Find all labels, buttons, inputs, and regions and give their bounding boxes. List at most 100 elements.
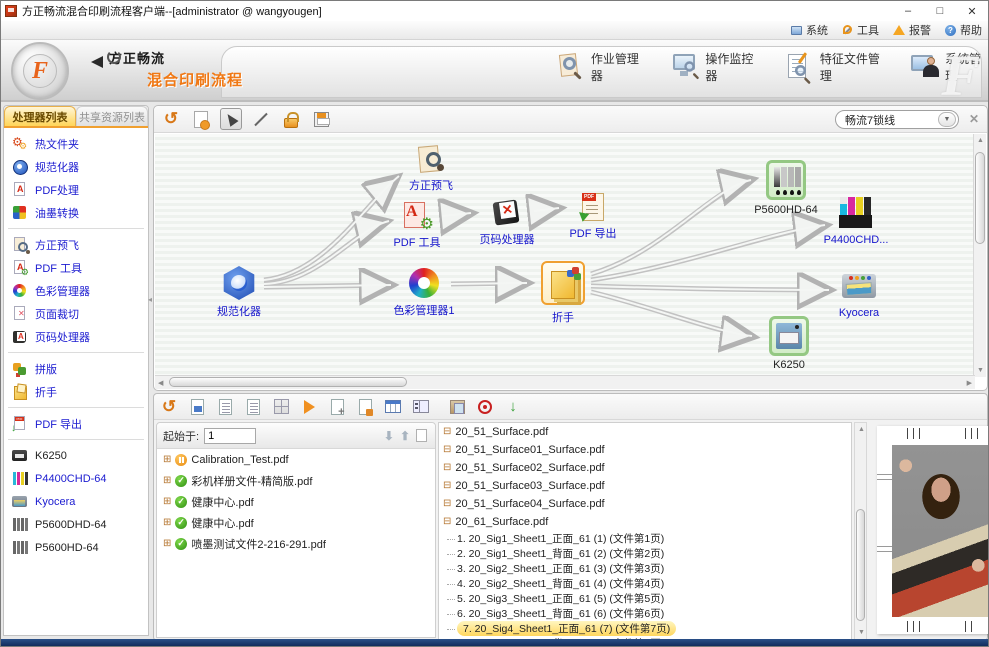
maximize-button[interactable]: □ <box>924 1 956 21</box>
job-manager-button[interactable]: 作业管理器 <box>556 50 645 84</box>
table-view-button[interactable] <box>384 398 402 416</box>
scrollbar-thumb[interactable] <box>975 152 985 244</box>
page-row-selected[interactable]: 7. 20_Sig4_Sheet1_正面_61 (7) (文件第7页) <box>439 621 851 636</box>
scroll-down-icon[interactable]: ▼ <box>858 629 865 636</box>
node-p5600hd[interactable]: P5600HD-64 <box>766 160 806 200</box>
close-button[interactable]: ✕ <box>956 1 988 21</box>
save-button[interactable] <box>310 108 332 130</box>
tree-collapse-icon[interactable] <box>443 463 451 473</box>
job-row[interactable]: 健康中心.pdf <box>157 512 435 533</box>
surface-list-scrollbar[interactable]: ▲ ▼ <box>854 422 867 640</box>
download-button[interactable]: ↓ <box>504 398 522 416</box>
surface-row[interactable]: 20_51_Surface04_Surface.pdf <box>439 495 851 513</box>
page-icon[interactable] <box>416 429 427 442</box>
sidebar-item-normalizer[interactable]: 规范化器 <box>4 155 148 178</box>
node-color-manager[interactable]: 色彩管理器1 <box>409 268 439 298</box>
move-down-icon[interactable]: ⬇ <box>384 429 394 443</box>
scrollbar-thumb[interactable] <box>856 509 865 621</box>
page-row[interactable]: 2. 20_Sig1_Sheet1_背面_61 (2) (文件第2页) <box>439 546 851 561</box>
profile-file-manager-button[interactable]: 特征文件管理 <box>785 50 884 84</box>
minimize-button[interactable]: – <box>892 1 924 21</box>
tree-expand-icon[interactable] <box>163 539 171 549</box>
sidebar-item-pdf-process[interactable]: PDF处理 <box>4 178 148 201</box>
lock-button[interactable] <box>280 108 302 130</box>
grid-view-button[interactable] <box>272 398 290 416</box>
page-row[interactable]: 5. 20_Sig3_Sheet1_正面_61 (5) (文件第5页) <box>439 591 851 606</box>
tree-expand-icon[interactable] <box>163 497 171 507</box>
menu-tools[interactable]: 工具 <box>842 22 879 38</box>
tree-collapse-icon[interactable] <box>443 445 451 455</box>
node-pdf-tool[interactable]: A PDF 工具 <box>402 201 432 231</box>
node-p4400chd[interactable]: P4400CHD... <box>839 197 873 229</box>
menu-alarm[interactable]: 报警 <box>893 22 931 38</box>
operation-monitor-button[interactable]: 操作监控器 <box>671 50 760 84</box>
menu-help[interactable]: ?帮助 <box>945 22 982 38</box>
page-row[interactable]: 4. 20_Sig2_Sheet1_背面_61 (4) (文件第4页) <box>439 576 851 591</box>
page-row[interactable]: 1. 20_Sig1_Sheet1_正面_61 (1) (文件第1页) <box>439 531 851 546</box>
tab-processor-list[interactable]: 处理器列表 <box>4 106 76 126</box>
scroll-up-icon[interactable]: ▲ <box>977 137 984 144</box>
node-normalizer[interactable]: 规范化器 <box>222 266 256 300</box>
tree-collapse-icon[interactable] <box>443 499 451 509</box>
page-row[interactable]: 6. 20_Sig3_Sheet1_背面_61 (6) (文件第6页) <box>439 606 851 621</box>
node-page-number[interactable]: 页码处理器 <box>492 198 522 228</box>
panel-layout-button[interactable] <box>412 398 430 416</box>
tab-shared-resource-list[interactable]: 共享资源列表 <box>76 106 148 126</box>
job-row[interactable]: 喷墨测试文件2-216-291.pdf <box>157 533 435 554</box>
sidebar-item-pdf-tool[interactable]: PDF 工具 <box>4 256 148 279</box>
start-at-input[interactable] <box>204 428 256 444</box>
sidebar-item-pdf-export[interactable]: PDF 导出 <box>4 412 148 435</box>
tree-collapse-icon[interactable] <box>443 427 451 437</box>
node-folding-selected[interactable]: 折手 <box>541 261 585 305</box>
surface-row[interactable]: 20_51_Surface03_Surface.pdf <box>439 477 851 495</box>
sidebar-item-k6250[interactable]: K6250 <box>4 444 148 467</box>
stamp-page-button[interactable] <box>356 398 374 416</box>
tree-expand-icon[interactable] <box>163 455 171 465</box>
doc-text-button[interactable] <box>216 398 234 416</box>
node-pdf-export[interactable]: PDF PDF 导出 <box>579 192 607 222</box>
tree-collapse-icon[interactable] <box>443 481 451 491</box>
workflow-canvas[interactable]: 方正预飞 A PDF 工具 页码处理器 PDF PDF 导出 规范化器 色彩管理… <box>155 134 975 377</box>
job-row[interactable]: 健康中心.pdf <box>157 491 435 512</box>
imposition-preview[interactable] <box>877 426 989 634</box>
scroll-right-icon[interactable]: ▶ <box>967 379 972 387</box>
scroll-up-icon[interactable]: ▲ <box>858 426 865 433</box>
package-button[interactable] <box>448 398 466 416</box>
node-preflight[interactable]: 方正预飞 <box>418 145 444 173</box>
node-k6250[interactable]: K6250 <box>769 316 809 356</box>
scrollbar-thumb[interactable] <box>169 377 407 387</box>
record-button[interactable] <box>476 398 494 416</box>
line-tool-button[interactable] <box>250 108 272 130</box>
surface-row[interactable]: 20_51_Surface02_Surface.pdf <box>439 459 851 477</box>
sidebar-item-kyocera[interactable]: Kyocera <box>4 490 148 513</box>
add-page-button[interactable] <box>328 398 346 416</box>
node-kyocera[interactable]: Kyocera <box>841 271 877 303</box>
tree-expand-icon[interactable] <box>163 518 171 528</box>
job-row-calibration[interactable]: Calibration_Test.pdf <box>157 449 435 470</box>
scroll-left-icon[interactable]: ◀ <box>158 379 163 387</box>
sidebar-item-p4400chd[interactable]: P4400CHD-64 <box>4 467 148 490</box>
surface-row[interactable]: 20_61_Surface.pdf <box>439 513 851 531</box>
flow-selector-combobox[interactable]: 畅流7锁线 ▼ <box>835 110 959 129</box>
job-row[interactable]: 彩机样册文件-精简版.pdf <box>157 470 435 491</box>
move-up-icon[interactable]: ⬆ <box>400 429 410 443</box>
surface-row[interactable]: 20_51_Surface01_Surface.pdf <box>439 441 851 459</box>
canvas-horizontal-scrollbar[interactable]: ◀ ▶ <box>155 375 975 389</box>
sidebar-item-preflight[interactable]: 方正预飞 <box>4 233 148 256</box>
sidebar-item-imposition[interactable]: 拼版 <box>4 357 148 380</box>
menu-system[interactable]: 系统 <box>791 22 828 38</box>
doc-blue-button[interactable] <box>188 398 206 416</box>
chevron-down-icon[interactable]: ▼ <box>938 112 956 127</box>
canvas-vertical-scrollbar[interactable]: ▲ ▼ <box>973 134 986 377</box>
surface-row[interactable]: 20_51_Surface.pdf <box>439 423 851 441</box>
sidebar-item-page-crop[interactable]: 页面裁切 <box>4 302 148 325</box>
sidebar-item-folding[interactable]: 折手 <box>4 380 148 403</box>
scroll-down-icon[interactable]: ▼ <box>977 367 984 374</box>
tree-expand-icon[interactable] <box>163 476 171 486</box>
pointer-tool-button[interactable] <box>220 108 242 130</box>
refresh-button[interactable]: ↺ <box>160 398 178 416</box>
sidebar-item-p5600dhd[interactable]: P5600DHD-64 <box>4 513 148 536</box>
sidebar-item-hotfolder[interactable]: 热文件夹 <box>4 132 148 155</box>
run-button[interactable] <box>300 398 318 416</box>
undo-button[interactable]: ↺ <box>160 108 182 130</box>
